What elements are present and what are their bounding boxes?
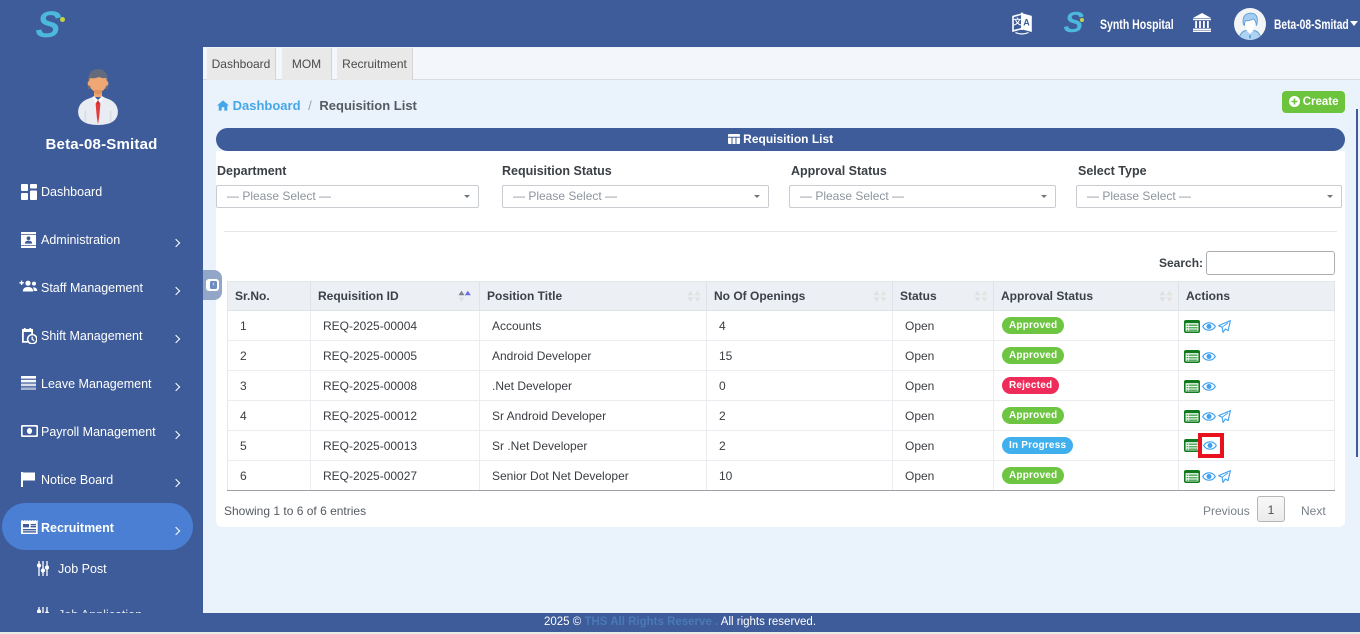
svg-text:文: 文 — [1014, 17, 1023, 27]
svg-text:A: A — [1023, 18, 1030, 28]
